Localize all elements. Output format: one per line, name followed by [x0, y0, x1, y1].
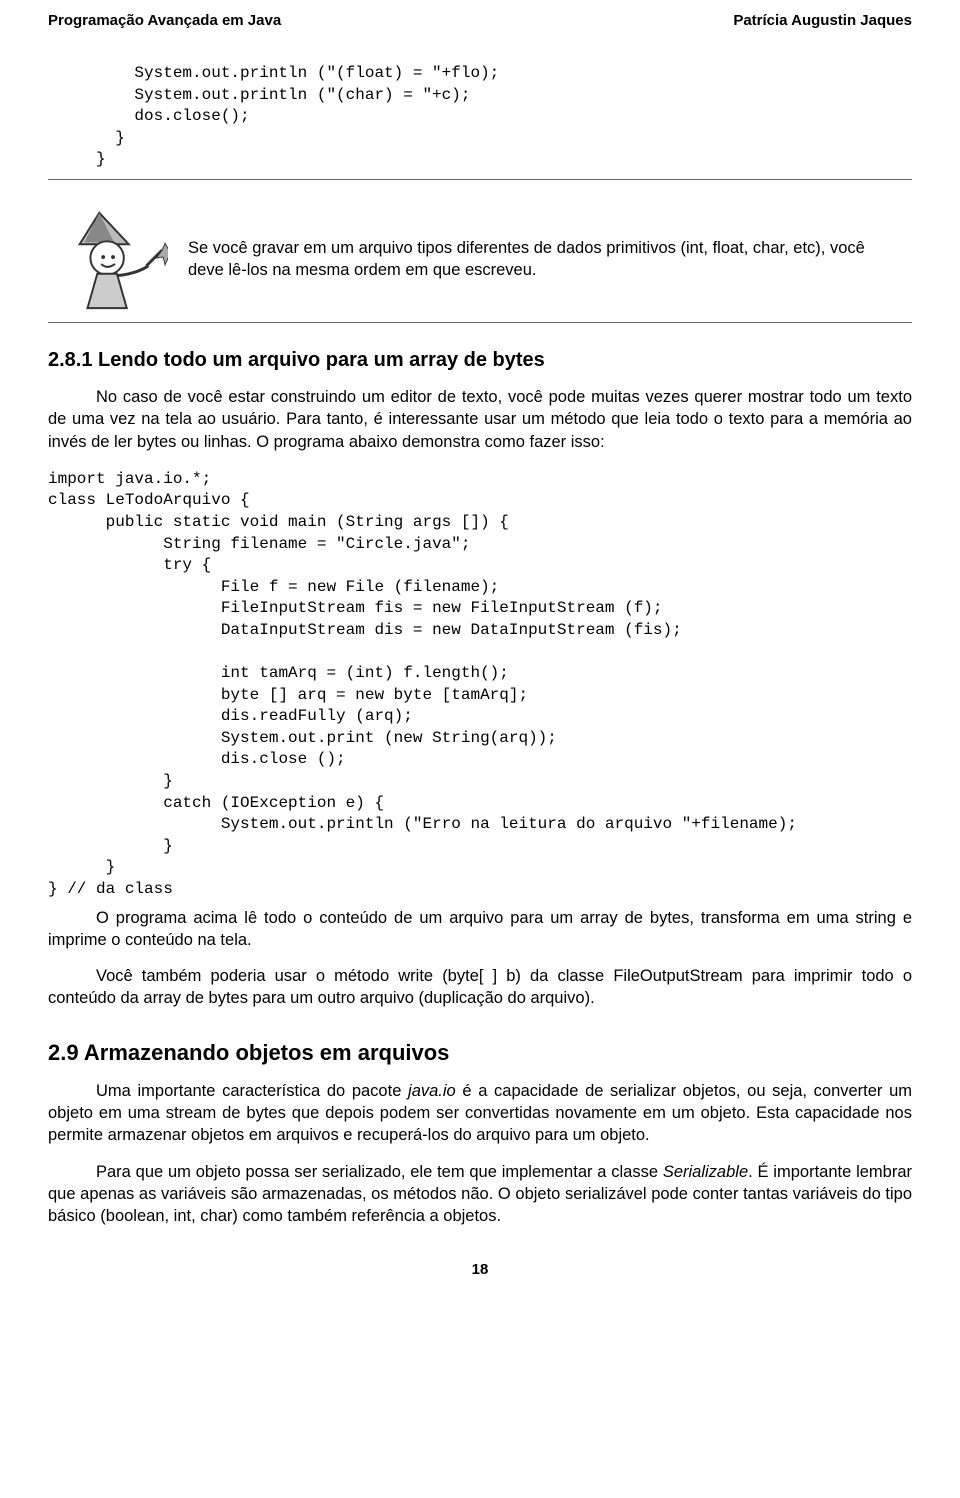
section-2-9-p1: Uma importante característica do pacote … — [48, 1080, 912, 1147]
p2-italic: Serializable — [663, 1163, 748, 1181]
section-2-8-1-title: 2.8.1 Lendo todo um arquivo para um arra… — [48, 349, 912, 372]
section-2-9-p2: Para que um objeto possa ser serializado… — [48, 1161, 912, 1228]
section-2-8-1-p1: No caso de você estar construindo um edi… — [48, 386, 912, 453]
section-2-9-title: 2.9 Armazenando objetos em arquivos — [48, 1040, 912, 1066]
code-block-top: System.out.println ("(float) = "+flo); S… — [96, 63, 912, 171]
callout-text: Se você gravar em um arquivo tipos difer… — [188, 237, 900, 282]
header-left: Programação Avançada em Java — [48, 12, 281, 29]
p1-a: Uma importante característica do pacote — [96, 1082, 408, 1100]
page-number: 18 — [48, 1261, 912, 1278]
after-code-p2: Você também poderia usar o método write … — [48, 965, 912, 1010]
after-code-p1: O programa acima lê todo o conteúdo de u… — [48, 907, 912, 952]
p1-italic: java.io — [408, 1082, 456, 1100]
divider-2 — [48, 322, 912, 323]
page-container: Programação Avançada em Java Patrícia Au… — [0, 0, 960, 1302]
code-block-mid: import java.io.*; class LeTodoArquivo { … — [48, 469, 912, 901]
p2-a: Para que um objeto possa ser serializado… — [96, 1163, 663, 1181]
page-header: Programação Avançada em Java Patrícia Au… — [48, 12, 912, 35]
callout-box: Se você gravar em um arquivo tipos difer… — [60, 204, 900, 314]
divider-1 — [48, 179, 912, 180]
fairy-icon — [60, 204, 168, 314]
header-right: Patrícia Augustin Jaques — [733, 12, 912, 29]
